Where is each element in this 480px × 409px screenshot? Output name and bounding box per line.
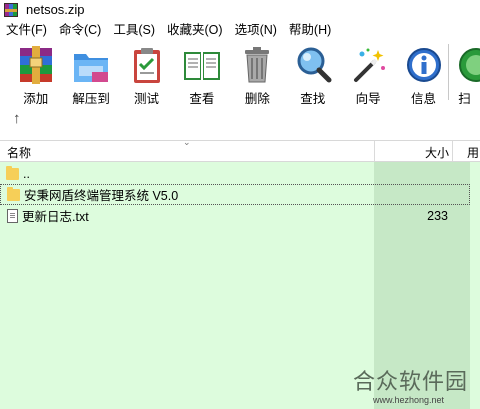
test-button[interactable]: 测试 — [120, 40, 173, 107]
list-item[interactable]: 更新日志.txt 233 — [0, 205, 470, 226]
menu-file[interactable]: 文件(F) — [0, 20, 53, 40]
sort-chevron-icon: ⌄ — [183, 137, 191, 147]
watermark: 合众软件园 www.hezhong.net — [348, 364, 478, 409]
menu-tools[interactable]: 工具(S) — [107, 20, 161, 40]
column-name-header[interactable]: 名称 — [7, 144, 31, 161]
file-name: 安秉网盾终端管理系统 V5.0 — [24, 189, 179, 203]
column-next-header[interactable]: 用 — [452, 141, 480, 161]
text-file-icon — [7, 208, 18, 223]
toolbar: 添加 解压到 测试 查看 删除 查找 向导 信息 扫 — [0, 40, 480, 106]
winrar-icon — [4, 2, 18, 17]
wizard-button[interactable]: 向导 — [341, 40, 394, 107]
navigation-row: ↑ — [0, 104, 480, 134]
scan-icon — [456, 46, 480, 84]
info-icon — [404, 46, 444, 84]
find-button[interactable]: 查找 — [286, 40, 339, 107]
file-name: 更新日志.txt — [22, 210, 89, 224]
view-book-icon — [182, 46, 222, 84]
view-button[interactable]: 查看 — [175, 40, 228, 107]
menu-command[interactable]: 命令(C) — [53, 20, 107, 40]
folder-icon — [6, 165, 19, 180]
menu-options[interactable]: 选项(N) — [229, 20, 283, 40]
info-button[interactable]: 信息 — [397, 40, 450, 107]
wizard-wand-icon — [348, 46, 388, 84]
test-clipboard-icon — [127, 46, 167, 84]
column-header: 名称 ⌄ 大小 用 — [0, 137, 480, 162]
add-button[interactable]: 添加 — [9, 40, 62, 107]
file-size: 233 — [427, 208, 448, 223]
list-item[interactable]: 安秉网盾终端管理系统 V5.0 — [0, 184, 470, 205]
trash-icon — [237, 46, 277, 84]
file-name: .. — [23, 166, 30, 181]
title-bar: netsos.zip — [0, 0, 480, 19]
archive-add-icon — [16, 46, 56, 84]
watermark-text: 合众软件园 — [353, 369, 469, 394]
menu-bar: 文件(F) 命令(C) 工具(S) 收藏夹(O) 选项(N) 帮助(H) — [0, 20, 480, 40]
watermark-url: www.hezhong.net — [373, 395, 445, 405]
search-magnifier-icon — [293, 46, 333, 84]
list-item[interactable]: .. — [0, 163, 470, 184]
delete-button[interactable]: 删除 — [231, 40, 284, 107]
menu-favorites[interactable]: 收藏夹(O) — [161, 20, 229, 40]
scan-button[interactable]: 扫 — [456, 40, 480, 107]
extract-folder-icon — [71, 46, 111, 84]
column-size-header[interactable]: 大小 — [374, 141, 452, 161]
extract-button[interactable]: 解压到 — [64, 40, 117, 107]
window-title: netsos.zip — [26, 2, 85, 17]
folder-icon — [7, 186, 20, 201]
up-arrow-icon[interactable]: ↑ — [13, 110, 21, 127]
menu-help[interactable]: 帮助(H) — [283, 20, 337, 40]
toolbar-divider — [448, 44, 449, 100]
